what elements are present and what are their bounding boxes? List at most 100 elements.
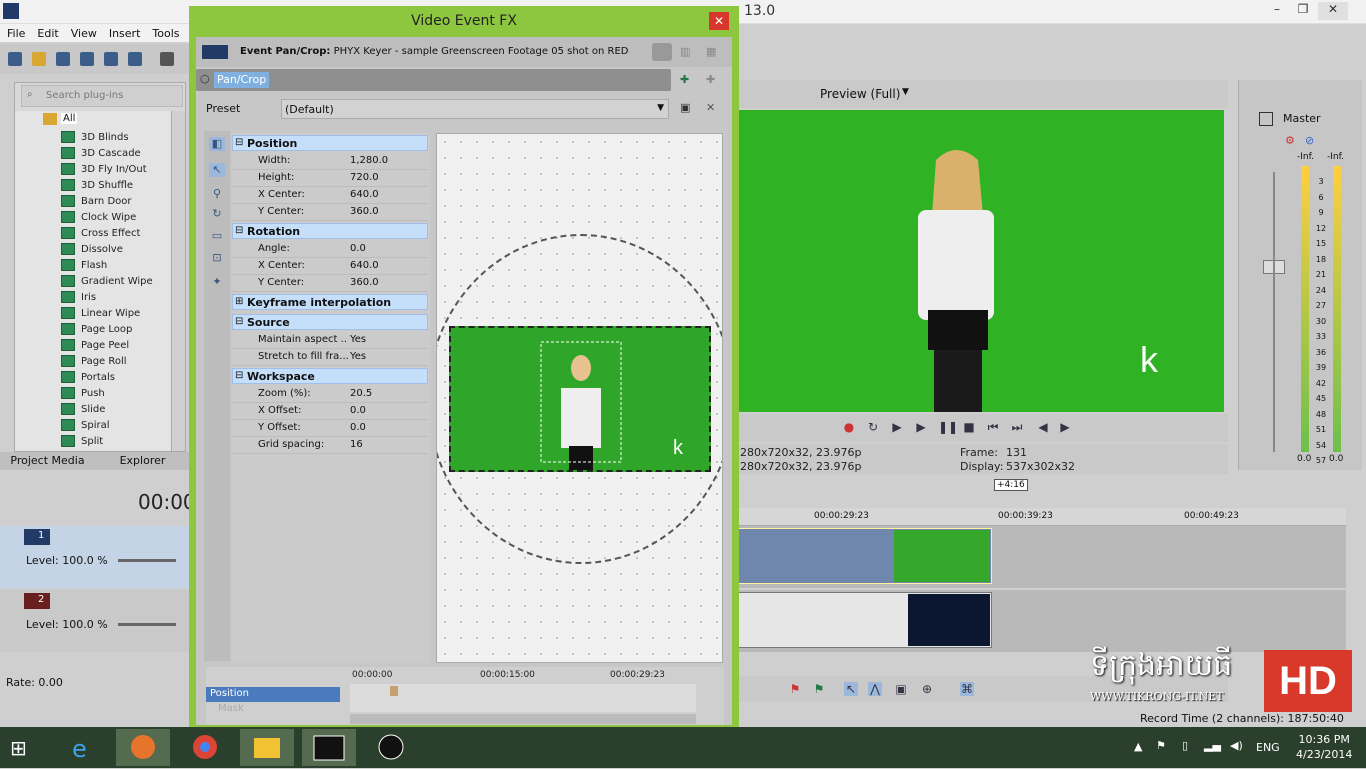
prev-frame-icon[interactable]: ◀ [1036, 420, 1050, 434]
normal-edit-tool-icon[interactable]: ◧ [209, 137, 225, 151]
plugin-item[interactable]: Gradient Wipe [61, 275, 153, 291]
track-lane-2[interactable] [738, 590, 1346, 652]
plugin-item[interactable]: Page Roll [61, 355, 127, 371]
kf-scrollbar[interactable] [350, 714, 696, 724]
section-keyframe-interpolation[interactable]: ⊞ Keyframe interpolation [232, 294, 428, 310]
prop-row[interactable]: X Center: 640.0 [232, 258, 428, 275]
track-header-2[interactable]: 2 Level: 100.0 % [0, 590, 190, 652]
prop-row[interactable]: Y Center: 360.0 [232, 275, 428, 292]
close-icon[interactable]: ✕ [709, 12, 729, 30]
snap-grid-icon[interactable]: ✦ [209, 275, 225, 289]
prop-row[interactable]: Stretch to fill fra... Yes [232, 349, 428, 366]
plugin-item[interactable]: Split [61, 435, 103, 451]
zoom-tool-icon[interactable]: ⚲ [209, 187, 225, 201]
tab-project-media[interactable]: Project Media [0, 452, 95, 470]
next-frame-icon[interactable]: ▶ [1058, 420, 1072, 434]
plugin-item[interactable]: Flash [61, 259, 107, 275]
marker-icon[interactable]: ⚑ [788, 682, 802, 696]
firefox-icon[interactable] [116, 729, 170, 766]
file-explorer-icon[interactable] [240, 729, 294, 766]
prop-row[interactable]: Height: 720.0 [232, 170, 428, 187]
save-icon[interactable] [56, 52, 70, 66]
pause-icon[interactable]: ❚❚ [938, 420, 958, 434]
track-lane-1[interactable] [738, 526, 1346, 588]
keyframe-marker[interactable] [390, 686, 398, 696]
prop-row[interactable]: Y Center: 360.0 [232, 204, 428, 221]
menu-insert[interactable]: Insert [109, 27, 141, 40]
close-icon[interactable]: ✕ [1318, 2, 1348, 20]
prop-row[interactable]: Angle: 0.0 [232, 241, 428, 258]
plugin-root-all[interactable]: All [61, 113, 78, 124]
plugin-search-input[interactable]: ⌕ Search plug-ins [21, 85, 183, 107]
plugin-item[interactable]: 3D Fly In/Out [61, 163, 147, 179]
menu-tools[interactable]: Tools [152, 27, 179, 40]
delete-preset-icon[interactable]: ✕ [706, 101, 715, 114]
play-icon[interactable]: ▶ [914, 420, 928, 434]
stop-icon[interactable]: ■ [962, 420, 976, 434]
timeline-marker[interactable]: +4:16 [994, 479, 1028, 491]
prop-row[interactable]: X Center: 640.0 [232, 187, 428, 204]
new-icon[interactable] [8, 52, 22, 66]
bypass-toggle[interactable] [652, 43, 672, 61]
ie-icon[interactable]: e [56, 729, 110, 766]
section-workspace[interactable]: ⊟ Workspace [232, 368, 428, 384]
plugin-item[interactable]: 3D Cascade [61, 147, 141, 163]
preview-quality-dropdown[interactable]: Preview (Full) [820, 87, 900, 101]
menu-file[interactable]: File [7, 27, 25, 40]
prop-row[interactable]: Y Offset: 0.0 [232, 420, 428, 437]
save-preset-icon[interactable]: ▣ [680, 101, 690, 114]
track-header-1[interactable]: 1 Level: 100.0 % [0, 526, 190, 588]
prop-row[interactable]: Maintain aspect ... Yes [232, 332, 428, 349]
camera-app-icon[interactable] [364, 729, 418, 766]
move-tool-icon[interactable]: ↖ [209, 163, 225, 177]
section-source[interactable]: ⊟ Source [232, 314, 428, 330]
menu-view[interactable]: View [71, 27, 97, 40]
prop-row[interactable]: Zoom (%): 20.5 [232, 386, 428, 403]
plugin-item[interactable]: 3D Shuffle [61, 179, 133, 195]
language-indicator[interactable]: ENG [1256, 741, 1280, 754]
plugin-scrollbar[interactable] [171, 111, 185, 451]
crop-frame[interactable]: k [449, 326, 711, 472]
region-icon[interactable]: ⚑ [812, 682, 826, 696]
kf-track-mask[interactable]: Mask [218, 703, 244, 714]
save-as-icon[interactable] [80, 52, 94, 66]
lock-aspect-icon[interactable]: ⊡ [209, 251, 225, 265]
start-icon[interactable]: ⊞ [10, 736, 27, 760]
go-to-end-icon[interactable]: ⏭ [1010, 420, 1024, 434]
menu-edit[interactable]: Edit [37, 27, 58, 40]
maximize-icon[interactable]: ❐ [1288, 2, 1318, 20]
plugin-remove-icon[interactable]: ✚ [706, 73, 715, 86]
fx-icon[interactable]: ⚙ [1285, 134, 1295, 147]
render-icon[interactable] [104, 52, 118, 66]
section-rotation[interactable]: ⊟ Rotation [232, 223, 428, 239]
chevron-down-icon[interactable]: ▼ [902, 87, 909, 97]
plugin-item[interactable]: Iris [61, 291, 96, 307]
tab-explorer[interactable]: Explorer [95, 452, 190, 470]
enable-rotation-icon[interactable]: ↻ [209, 207, 225, 221]
keyframe-track[interactable] [350, 684, 696, 712]
battery-icon[interactable]: ▯ [1182, 739, 1188, 752]
envelope-icon[interactable]: ⋀ [868, 682, 882, 696]
move-freely-icon[interactable]: ▭ [209, 229, 225, 243]
chrome-icon[interactable] [178, 729, 232, 766]
plugin-item[interactable]: Dissolve [61, 243, 123, 259]
loop-icon[interactable]: ↻ [866, 420, 880, 434]
plugin-item[interactable]: Page Peel [61, 339, 129, 355]
normal-edit-icon[interactable]: ↖ [844, 682, 858, 696]
split-screen-icon[interactable]: ▥ [680, 45, 690, 58]
prop-row[interactable]: Width: 1,280.0 [232, 153, 428, 170]
pan-crop-workspace[interactable]: k [436, 133, 723, 663]
clock[interactable]: 10:36 PM 4/23/2014 [1296, 732, 1352, 762]
level-slider[interactable] [118, 623, 176, 626]
kf-track-position[interactable]: Position [206, 687, 340, 702]
plugin-item[interactable]: Cross Effect [61, 227, 140, 243]
open-icon[interactable] [32, 52, 46, 66]
plugin-item[interactable]: Portals [61, 371, 115, 387]
plugin-item[interactable]: Barn Door [61, 195, 132, 211]
play-from-start-icon[interactable]: ▶ [890, 420, 904, 434]
vegas-taskbar-icon[interactable] [302, 729, 356, 766]
go-to-start-icon[interactable]: ⏮ [986, 420, 1000, 434]
prop-row[interactable]: Grid spacing: 16 [232, 437, 428, 454]
section-position[interactable]: ⊟ Position [232, 135, 428, 151]
tray-up-icon[interactable]: ▲ [1134, 740, 1142, 753]
